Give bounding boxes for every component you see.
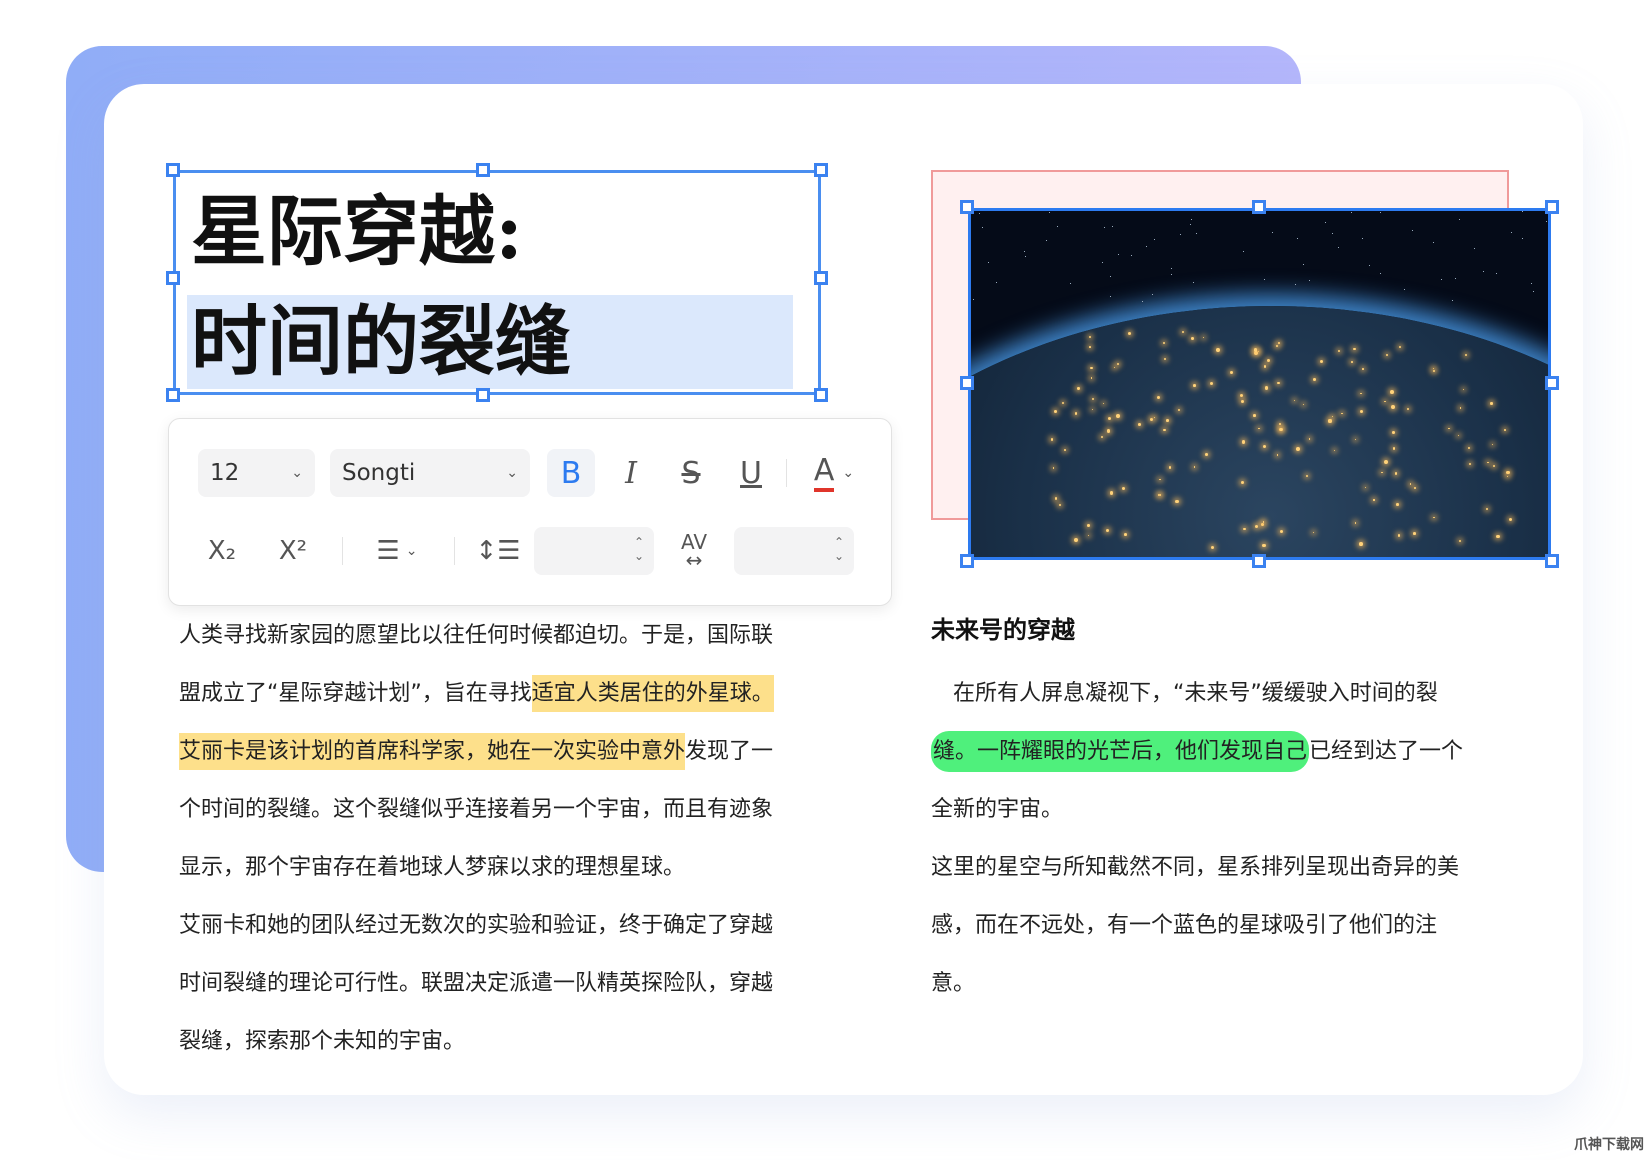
image-handles bbox=[960, 200, 1559, 568]
text-line: 个时间的裂缝。这个裂缝似乎连接着另一个宇宙，而且有迹象 bbox=[179, 781, 774, 839]
text-span: 显示，那个宇宙存在着地球人梦寐以求的理想星球。 bbox=[179, 855, 686, 880]
text-span: 在所有人屏息凝视下，“未来号”缓缓驶入时间的裂 bbox=[931, 681, 1438, 706]
resize-handle[interactable] bbox=[476, 388, 490, 402]
text-line: 缝。一阵耀眼的光芒后，他们发现自己已经到达了一个 bbox=[931, 723, 1463, 781]
line-height-icon: ↕☰ bbox=[475, 536, 521, 566]
text-span: 艾丽卡和她的团队经过无数次的实验和验证，终于确定了穿越 bbox=[179, 913, 774, 938]
resize-handle[interactable] bbox=[960, 554, 974, 568]
text-line: 意。 bbox=[931, 955, 1463, 1013]
resize-handle[interactable] bbox=[1545, 554, 1559, 568]
resize-handle[interactable] bbox=[814, 163, 828, 177]
text-line: 艾丽卡是该计划的首席科学家，她在一次实验中意外发现了一 bbox=[179, 723, 774, 781]
font-size-select[interactable]: 12 ⌄ bbox=[198, 449, 315, 497]
chevron-down-icon: ⌄ bbox=[291, 465, 303, 481]
resize-handle[interactable] bbox=[814, 271, 828, 285]
text-line: 裂缝，探索那个未知的宇宙。 bbox=[179, 1013, 774, 1071]
stepper-icon[interactable]: ⌃ ⌄ bbox=[834, 535, 844, 563]
text-line: 盟成立了“星际穿越计划”，旨在寻找适宜人类居住的外星球。 bbox=[179, 665, 774, 723]
resize-handle[interactable] bbox=[476, 163, 490, 177]
text-span: 时间裂缝的理论可行性。联盟决定派遣一队精英探险队，穿越 bbox=[179, 971, 774, 996]
text-line: 时间裂缝的理论可行性。联盟决定派遣一队精英探险队，穿越 bbox=[179, 955, 774, 1013]
resize-handle[interactable] bbox=[166, 163, 180, 177]
text-line: 艾丽卡和她的团队经过无数次的实验和验证，终于确定了穿越 bbox=[179, 897, 774, 955]
underline-button[interactable]: U bbox=[727, 449, 775, 497]
line-height-input[interactable]: ⌃ ⌄ bbox=[534, 527, 654, 575]
text-line: 人类寻找新家园的愿望比以往任何时候都迫切。于是，国际联 bbox=[179, 607, 774, 665]
bold-button[interactable]: B bbox=[547, 449, 595, 497]
watermark: 爪神下载网 bbox=[1574, 1137, 1644, 1153]
stepper-icon[interactable]: ⌃ ⌄ bbox=[634, 535, 644, 563]
text-line: 这里的星空与所知截然不同，星系排列呈现出奇异的美 bbox=[931, 839, 1463, 897]
resize-handle[interactable] bbox=[960, 200, 974, 214]
right-paragraph[interactable]: 在所有人屏息凝视下，“未来号”缓缓驶入时间的裂缝。一阵耀眼的光芒后，他们发现自己… bbox=[931, 665, 1463, 1013]
resize-handle[interactable] bbox=[1252, 554, 1266, 568]
divider bbox=[342, 537, 343, 565]
text-line: 感，而在不远处，有一个蓝色的星球吸引了他们的注 bbox=[931, 897, 1463, 955]
resize-handle[interactable] bbox=[814, 388, 828, 402]
text-span: 全新的宇宙。 bbox=[931, 797, 1064, 822]
char-spacing-input[interactable]: ⌃ ⌄ bbox=[734, 527, 854, 575]
text-span: 已经到达了一个 bbox=[1309, 739, 1464, 764]
text-span: 人类寻找新家园的愿望比以往任何时候都迫切。于是，国际联 bbox=[179, 623, 774, 648]
text-line: 显示，那个宇宙存在着地球人梦寐以求的理想星球。 bbox=[179, 839, 774, 897]
resize-handle[interactable] bbox=[166, 388, 180, 402]
left-paragraph[interactable]: 人类寻找新家园的愿望比以往任何时候都迫切。于是，国际联 盟成立了“星际穿越计划”，… bbox=[179, 607, 774, 1071]
resize-handle[interactable] bbox=[960, 376, 974, 390]
text-span: 意。 bbox=[931, 971, 976, 996]
highlighted-text: 缝。一阵耀眼的光芒后，他们发现自己 bbox=[931, 731, 1310, 772]
resize-handle[interactable] bbox=[1545, 200, 1559, 214]
divider bbox=[786, 459, 787, 487]
text-span: 发现了一 bbox=[685, 739, 774, 764]
text-span: 盟成立了“星际穿越计划”，旨在寻找 bbox=[179, 681, 532, 706]
font-family-value: Songti bbox=[342, 460, 416, 486]
subscript-button[interactable]: X₂ bbox=[198, 527, 246, 575]
align-icon: ☰ bbox=[376, 536, 400, 566]
chevron-down-icon: ⌄ bbox=[405, 543, 418, 559]
highlighted-text: 艾丽卡是该计划的首席科学家，她在一次实验中意外 bbox=[179, 733, 686, 770]
char-spacing-icon: AV ↔ bbox=[680, 530, 708, 572]
text-line: 全新的宇宙。 bbox=[931, 781, 1463, 839]
font-size-value: 12 bbox=[210, 460, 240, 486]
text-span: 感，而在不远处，有一个蓝色的星球吸引了他们的注 bbox=[931, 913, 1438, 938]
text-color-button[interactable]: A ⌄ bbox=[799, 449, 869, 497]
font-family-select[interactable]: Songti ⌄ bbox=[330, 449, 530, 497]
highlighted-text: 适宜人类居住的外星球。 bbox=[531, 675, 774, 712]
title-text-box[interactable] bbox=[166, 163, 828, 402]
text-span: 这里的星空与所知截然不同，星系排列呈现出奇异的美 bbox=[931, 855, 1460, 880]
superscript-button[interactable]: X² bbox=[269, 527, 317, 575]
text-span: 裂缝，探索那个未知的宇宙。 bbox=[179, 1029, 466, 1054]
divider bbox=[454, 537, 455, 565]
text-span: 个时间的裂缝。这个裂缝似乎连接着另一个宇宙，而且有迹象 bbox=[179, 797, 774, 822]
resize-handle[interactable] bbox=[166, 271, 180, 285]
resize-handle[interactable] bbox=[1252, 200, 1266, 214]
text-line: 在所有人屏息凝视下，“未来号”缓缓驶入时间的裂 bbox=[931, 665, 1463, 723]
italic-button[interactable]: I bbox=[607, 449, 655, 497]
section-heading: 未来号的穿越 bbox=[931, 616, 1075, 644]
resize-handle[interactable] bbox=[1545, 376, 1559, 390]
align-button[interactable]: ☰ ⌄ bbox=[362, 527, 432, 575]
strikethrough-button[interactable]: S bbox=[667, 449, 715, 497]
chevron-down-icon: ⌄ bbox=[506, 465, 518, 481]
text-color-icon: A bbox=[813, 454, 835, 492]
chevron-down-icon: ⌄ bbox=[842, 465, 855, 481]
text-format-toolbar: 12 ⌄ Songti ⌄ B I S U A ⌄ X₂ X² ☰ ⌄ ↕☰ ⌃ ⌄ AV… bbox=[168, 418, 892, 606]
